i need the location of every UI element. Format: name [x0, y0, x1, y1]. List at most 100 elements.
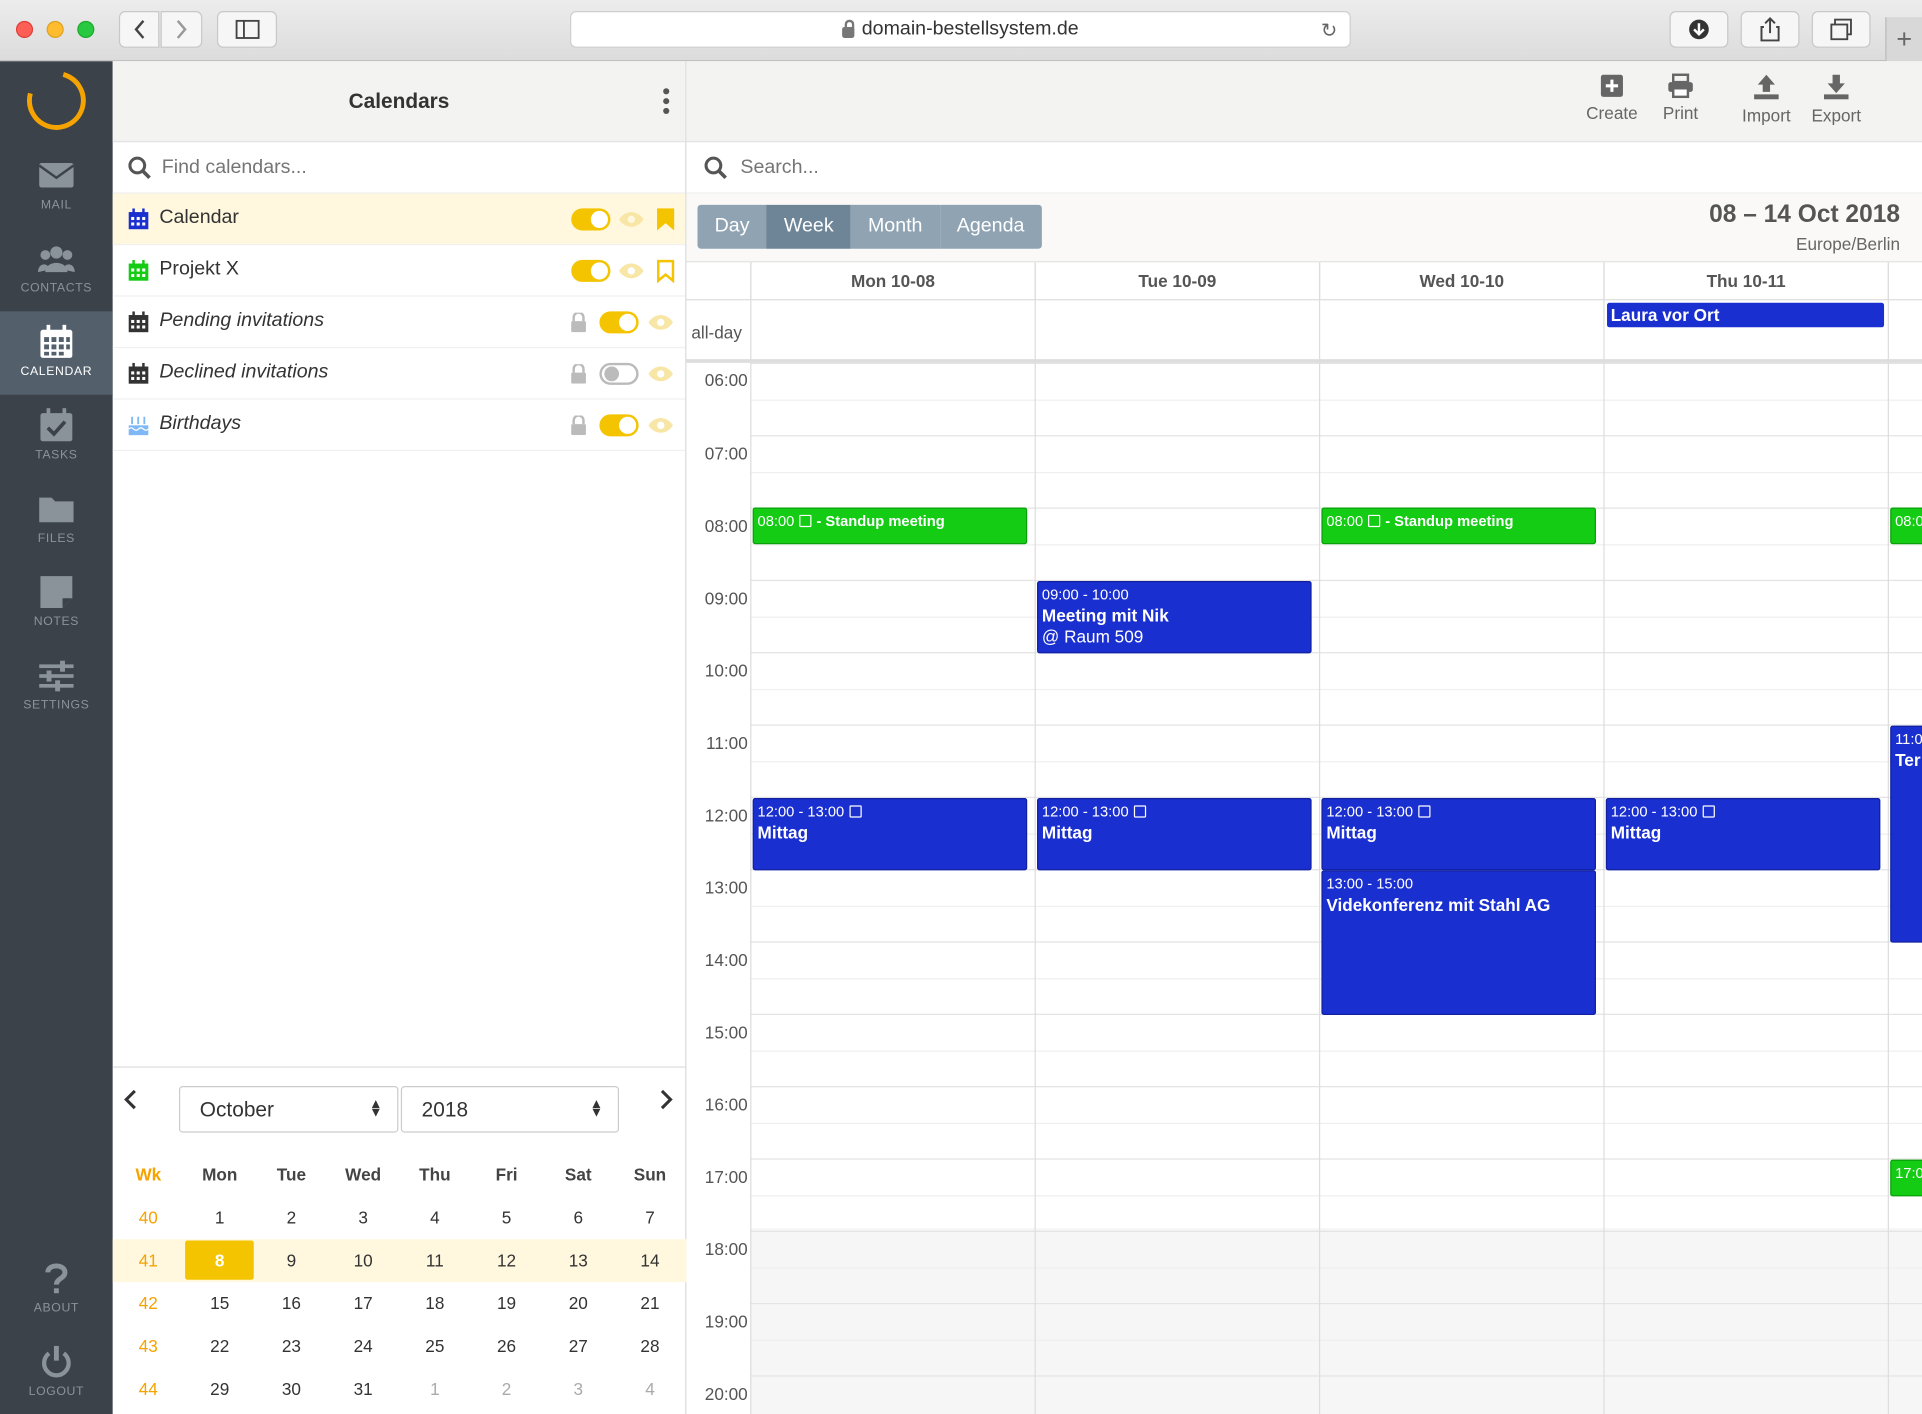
event-videokonferenz[interactable]: 13:00 - 15:00 Videkonferenz mit Stahl AG [1321, 870, 1596, 1015]
day-cell[interactable]: 23 [256, 1325, 328, 1368]
view-day-button[interactable]: Day [697, 204, 767, 249]
day-cell[interactable]: 18 [399, 1282, 471, 1325]
event-mittag-thu[interactable]: 12:00 - 13:00 Mittag [1605, 797, 1881, 871]
day-cell[interactable]: 25 [399, 1325, 471, 1368]
day-cell[interactable]: 19 [471, 1282, 543, 1325]
day-cell-other-month[interactable]: 3 [542, 1368, 614, 1411]
close-window-button[interactable] [15, 20, 34, 38]
eye-icon[interactable] [618, 262, 645, 279]
event-standup-mon[interactable]: 08:00 - Standup meeting [752, 507, 1028, 545]
eye-icon[interactable] [647, 314, 674, 331]
day-cell[interactable]: 27 [542, 1325, 614, 1368]
nav-calendar[interactable]: CALENDAR [0, 311, 113, 395]
nav-settings[interactable]: SETTINGS [0, 645, 113, 728]
day-cell[interactable]: 4 [399, 1196, 471, 1239]
day-cell[interactable]: 1 [184, 1196, 256, 1239]
view-agenda-button[interactable]: Agenda [939, 204, 1042, 249]
sidebar-toggle-button[interactable] [216, 11, 278, 48]
event-standup-fri[interactable]: 08:0 [1890, 507, 1922, 545]
find-calendars-input[interactable] [161, 151, 653, 184]
day-cell[interactable]: 12 [471, 1239, 543, 1282]
day-header-tue[interactable]: Tue 10-09 [1034, 262, 1319, 300]
day-cell[interactable]: 24 [327, 1325, 399, 1368]
tabs-overview-button[interactable] [1811, 11, 1871, 48]
eye-icon[interactable] [618, 211, 645, 228]
calendar-item-declined-invitations[interactable]: Declined invitations [112, 348, 686, 400]
day-cell[interactable]: 30 [256, 1368, 328, 1411]
calendar-item-pending-invitations[interactable]: Pending invitations [112, 297, 686, 349]
create-button[interactable]: Create [1584, 74, 1640, 123]
day-cell[interactable]: 31 [327, 1368, 399, 1411]
day-cell[interactable]: 29 [184, 1368, 256, 1411]
nav-tasks[interactable]: TASKS [0, 395, 113, 478]
day-cell[interactable]: 13 [542, 1239, 614, 1282]
event-fri-11[interactable]: 11:0 Ter [1890, 725, 1922, 943]
day-header-mon[interactable]: Mon 10-08 [750, 262, 1034, 300]
day-cell[interactable]: 17 [327, 1282, 399, 1325]
bookmark-outline-icon[interactable] [656, 259, 676, 284]
back-button[interactable] [118, 11, 160, 48]
view-month-button[interactable]: Month [850, 204, 940, 249]
next-month-button[interactable] [659, 1087, 674, 1119]
event-mittag-mon[interactable]: 12:00 - 13:00 Mittag [752, 797, 1028, 871]
eye-icon[interactable] [647, 417, 674, 434]
nav-about[interactable]: ABOUT [0, 1248, 113, 1331]
address-bar[interactable]: domain-bestellsystem.de ↻ [569, 11, 1351, 48]
downloads-button[interactable] [1669, 11, 1729, 48]
bookmark-icon[interactable] [656, 207, 676, 232]
import-button[interactable]: Import [1738, 74, 1794, 125]
day-cell[interactable]: 10 [327, 1239, 399, 1282]
calendar-item-birthdays[interactable]: Birthdays [112, 400, 686, 452]
calendar-toggle[interactable] [571, 208, 611, 231]
calendar-item-calendar[interactable]: Calendar [112, 193, 686, 246]
share-button[interactable] [1740, 11, 1800, 48]
calendar-toggle[interactable] [599, 362, 639, 385]
minimize-window-button[interactable] [46, 20, 64, 38]
calendar-toggle[interactable] [599, 311, 639, 334]
more-options-icon[interactable] [663, 88, 670, 117]
week-number[interactable]: 43 [113, 1325, 184, 1368]
nav-mail[interactable]: MAIL [0, 145, 113, 228]
day-cell[interactable]: 7 [614, 1196, 686, 1239]
day-cell[interactable]: 11 [399, 1239, 471, 1282]
reload-icon[interactable]: ↻ [1321, 18, 1337, 43]
event-meeting-nik[interactable]: 09:00 - 10:00 Meeting mit Nik @ Raum 509 [1037, 581, 1312, 654]
day-cell-other-month[interactable]: 1 [399, 1368, 471, 1411]
day-cell[interactable]: 26 [471, 1325, 543, 1368]
nav-files[interactable]: FILES [0, 478, 113, 561]
day-cell[interactable]: 21 [614, 1282, 686, 1325]
week-number[interactable]: 42 [113, 1282, 184, 1325]
event-fri-17[interactable]: 17:0 [1890, 1159, 1922, 1197]
day-cell[interactable]: 14 [614, 1239, 686, 1282]
day-cell[interactable]: 9 [256, 1239, 328, 1282]
calendar-toggle[interactable] [571, 259, 611, 282]
day-cell[interactable]: 5 [471, 1196, 543, 1239]
day-cell[interactable]: 20 [542, 1282, 614, 1325]
eye-icon[interactable] [647, 365, 674, 382]
event-mittag-wed[interactable]: 12:00 - 13:00 Mittag [1321, 797, 1596, 871]
calendar-toggle[interactable] [599, 414, 639, 437]
day-cell[interactable]: 6 [542, 1196, 614, 1239]
day-cell[interactable]: 15 [184, 1282, 256, 1325]
day-cell[interactable]: 22 [184, 1325, 256, 1368]
day-cell-other-month[interactable]: 2 [471, 1368, 543, 1411]
forward-button[interactable] [160, 11, 203, 48]
event-mittag-tue[interactable]: 12:00 - 13:00 Mittag [1037, 797, 1312, 871]
day-cell-selected[interactable]: 8 [184, 1239, 256, 1282]
print-button[interactable]: Print [1657, 73, 1704, 123]
day-header-fri[interactable] [1887, 262, 1922, 300]
week-number[interactable]: 41 [113, 1239, 184, 1282]
day-cell[interactable]: 2 [256, 1196, 328, 1239]
day-cell-other-month[interactable]: 4 [614, 1368, 686, 1411]
new-tab-button[interactable]: + [1885, 17, 1922, 62]
export-button[interactable]: Export [1809, 74, 1863, 125]
week-number[interactable]: 40 [113, 1196, 184, 1239]
year-select[interactable]: 2018 ▲ ▼ [400, 1086, 620, 1133]
day-cell[interactable]: 16 [256, 1282, 328, 1325]
day-header-wed[interactable]: Wed 10-10 [1318, 262, 1603, 300]
day-cell[interactable]: 3 [327, 1196, 399, 1239]
prev-month-button[interactable] [123, 1087, 138, 1119]
event-search-input[interactable] [740, 151, 1476, 184]
all-day-event[interactable]: Laura vor Ort [1607, 302, 1885, 328]
nav-notes[interactable]: NOTES [0, 561, 113, 644]
